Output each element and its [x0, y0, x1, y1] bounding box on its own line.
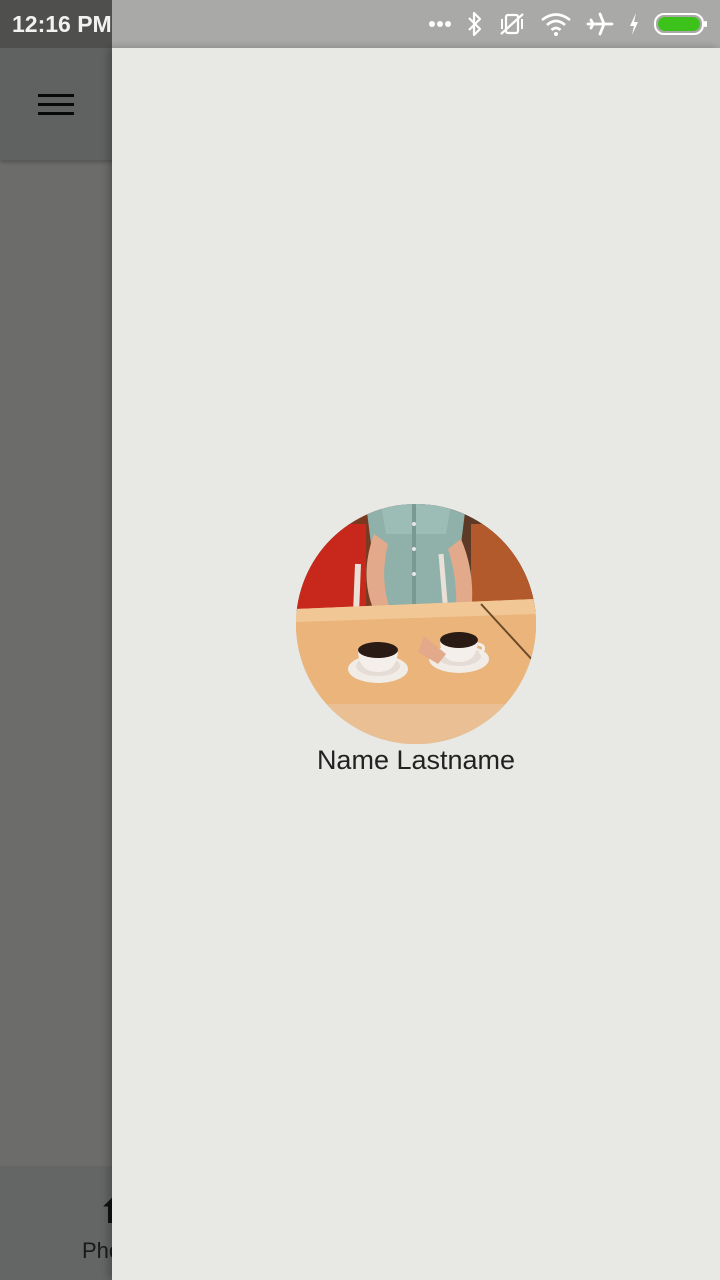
- airplane-icon: [586, 11, 614, 37]
- charging-icon: [628, 12, 640, 36]
- profile-avatar[interactable]: [296, 504, 536, 744]
- battery-icon: [654, 11, 708, 37]
- navigation-drawer: Name Lastname: [112, 48, 720, 1280]
- bluetooth-icon: [466, 11, 484, 37]
- profile-name: Name Lastname: [316, 745, 516, 775]
- status-time: 12:16 PM: [12, 11, 112, 37]
- status-bar: 12:16 PM: [0, 0, 720, 48]
- vibrate-off-icon: [498, 11, 526, 37]
- status-icons: [428, 8, 708, 40]
- more-dots-icon: [428, 19, 452, 29]
- wifi-icon: [540, 12, 572, 36]
